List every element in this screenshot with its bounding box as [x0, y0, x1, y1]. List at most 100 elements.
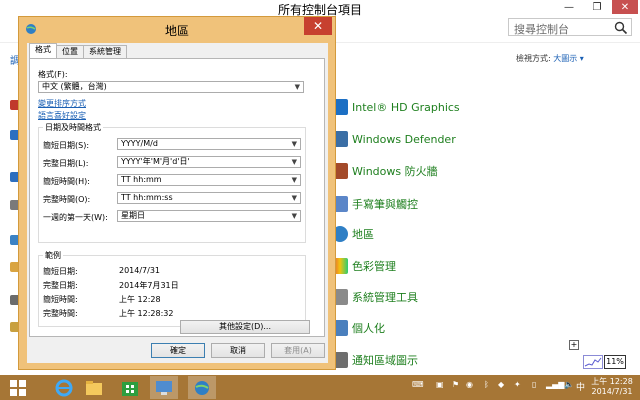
ok-button[interactable]: 確定	[151, 343, 205, 358]
long-date-label: 完整日期(L):	[43, 159, 89, 168]
search-icon[interactable]	[614, 21, 628, 35]
chevron-down-icon: ▼	[291, 212, 297, 220]
short-date-select[interactable]: YYYY/M/d ▼	[117, 138, 301, 150]
cp-item-personalization[interactable]: 個人化	[332, 318, 385, 338]
example-value: 上午 12:28	[119, 295, 161, 304]
taskbar-store[interactable]	[116, 376, 144, 399]
chevron-down-icon: ▼	[291, 140, 297, 148]
cp-item-label: Intel® HD Graphics	[352, 100, 460, 114]
tray-app-icon[interactable]: ✦	[514, 380, 521, 389]
windows-logo-icon	[10, 379, 26, 396]
region-dialog: 地區 ✕ 格式 位置 系統管理 格式(F): 中文 (繁體，台灣) ▼ 變更排序…	[18, 16, 336, 370]
cp-item-label: Windows 防火牆	[352, 165, 438, 178]
chevron-down-icon: ▼	[291, 194, 297, 202]
taskbar-control-panel[interactable]	[150, 376, 178, 399]
tab-formats[interactable]: 格式	[29, 43, 57, 58]
dialog-titlebar[interactable]: 地區 ✕	[19, 17, 335, 41]
short-time-value: TT hh:mm	[121, 175, 162, 184]
first-day-select[interactable]: 星期日 ▼	[117, 210, 301, 222]
store-icon	[122, 381, 138, 396]
short-time-select[interactable]: TT hh:mm ▼	[117, 174, 301, 186]
folder-icon	[86, 380, 102, 395]
datetime-group: 日期及時間格式 簡短日期(S): YYYY/M/d ▼ 完整日期(L): YYYY…	[38, 122, 306, 243]
format-select-value: 中文 (繁體，台灣)	[42, 82, 107, 91]
taskbar-internet-explorer[interactable]	[50, 376, 78, 399]
performance-chart-icon	[583, 355, 603, 369]
cp-item-windows-defender[interactable]: Windows Defender	[332, 129, 456, 149]
tab-strip: 格式 位置 系統管理	[29, 43, 127, 59]
restore-button[interactable]: ❐	[584, 0, 610, 14]
dialog-close-button[interactable]: ✕	[304, 17, 332, 35]
chevron-down-icon: ▼	[291, 158, 297, 166]
plus-icon: +	[569, 340, 579, 350]
example-value: 上午 12:28:32	[119, 309, 174, 318]
volume-icon[interactable]: 🔈	[564, 380, 574, 389]
other-settings-button[interactable]: 其他設定(D)...	[180, 320, 310, 334]
cp-item-notification-area[interactable]: 通知區域圖示	[332, 350, 418, 370]
cp-item-intel-graphics[interactable]: Intel® HD Graphics	[332, 97, 460, 117]
cp-item-label: 通知區域圖示	[352, 354, 418, 367]
cp-item-windows-firewall[interactable]: Windows 防火牆	[332, 161, 438, 181]
chevron-down-icon: ▼	[291, 176, 297, 184]
cp-item-admin-tools[interactable]: 系統管理工具	[332, 287, 418, 307]
clock[interactable]: 上午 12:28 2014/7/31	[588, 377, 636, 397]
short-date-value: YYYY/M/d	[121, 139, 158, 148]
tab-location[interactable]: 位置	[56, 45, 84, 58]
taskbar: ⌨ ▣ ⚑ ◉ ᛒ ◆ ✦ ▯ ▂▄▆ 🔈 中 上午 12:28 2014/7/…	[0, 375, 640, 400]
apply-button[interactable]: 套用(A)	[271, 343, 325, 358]
control-panel-icon	[156, 380, 172, 395]
chevron-down-icon: ▼	[294, 83, 300, 91]
formats-panel: 格式(F): 中文 (繁體，台灣) ▼ 變更排序方式 語言喜好設定 日期及時間格…	[29, 58, 325, 337]
bluetooth-icon[interactable]: ᛒ	[484, 380, 489, 389]
close-button[interactable]: ✕	[612, 0, 638, 14]
start-button[interactable]	[4, 376, 32, 399]
first-day-value: 星期日	[121, 211, 145, 220]
examples-group: 範例 簡短日期: 2014/7/31 完整日期: 2014年7月31日 簡短時間…	[38, 250, 306, 327]
example-label: 簡短時間:	[43, 295, 78, 304]
cp-item-label: 地區	[352, 228, 374, 241]
cp-item-color-management[interactable]: 色彩管理	[332, 256, 396, 276]
search-placeholder: 搜尋控制台	[514, 23, 569, 36]
search-box[interactable]: 搜尋控制台	[508, 18, 632, 36]
tray-app-icon[interactable]: ◆	[498, 380, 504, 389]
view-by-dropdown[interactable]: 大圖示	[553, 54, 577, 63]
format-label: 格式(F):	[38, 70, 68, 79]
clock-date: 2014/7/31	[591, 387, 633, 396]
minimize-icon: —	[564, 1, 574, 13]
ime-indicator[interactable]: 中	[576, 380, 585, 393]
short-date-label: 簡短日期(S):	[43, 141, 90, 150]
taskbar-file-explorer[interactable]	[80, 376, 108, 399]
close-icon: ✕	[620, 1, 630, 13]
example-label: 完整日期:	[43, 281, 78, 290]
example-value: 2014/7/31	[119, 266, 161, 275]
short-time-label: 簡短時間(H):	[43, 177, 90, 186]
cp-item-pen-touch[interactable]: 手寫筆與觸控	[332, 194, 418, 214]
language-preferences-link[interactable]: 語言喜好設定	[38, 110, 86, 121]
internet-explorer-icon	[55, 379, 73, 396]
datetime-group-title: 日期及時間格式	[43, 122, 103, 133]
cp-item-region[interactable]: 地區	[332, 224, 374, 244]
percent-meter: 11%	[604, 355, 626, 369]
tray-app-icon[interactable]: ◉	[466, 380, 473, 389]
cancel-button[interactable]: 取消	[211, 343, 265, 358]
close-icon: ✕	[312, 19, 324, 33]
chevron-down-icon[interactable]: ▾	[580, 54, 584, 63]
taskbar-region[interactable]	[188, 376, 216, 399]
tray-app-icon[interactable]: ▣	[436, 380, 444, 389]
tab-administrative[interactable]: 系統管理	[83, 45, 127, 58]
flag-icon[interactable]: ⚑	[452, 380, 459, 389]
long-time-select[interactable]: TT hh:mm:ss ▼	[117, 192, 301, 204]
clock-time: 上午 12:28	[591, 377, 633, 386]
dialog-title: 地區	[164, 24, 189, 38]
minimize-button[interactable]: —	[556, 0, 582, 14]
keyboard-icon[interactable]: ⌨	[412, 380, 424, 389]
network-icon[interactable]: ▂▄▆	[546, 380, 564, 389]
view-by: 檢視方式: 大圖示 ▾	[516, 53, 584, 64]
cp-item-label: 系統管理工具	[352, 291, 418, 304]
cp-item-label: Windows Defender	[352, 132, 456, 146]
change-sort-link[interactable]: 變更排序方式	[38, 98, 86, 109]
long-date-select[interactable]: YYYY'年'M'月'd'日' ▼	[117, 156, 301, 168]
cp-titlebar: 所有控制台項目 — ❐ ✕	[0, 0, 640, 17]
format-select[interactable]: 中文 (繁體，台灣) ▼	[38, 81, 304, 93]
battery-icon[interactable]: ▯	[532, 380, 536, 389]
